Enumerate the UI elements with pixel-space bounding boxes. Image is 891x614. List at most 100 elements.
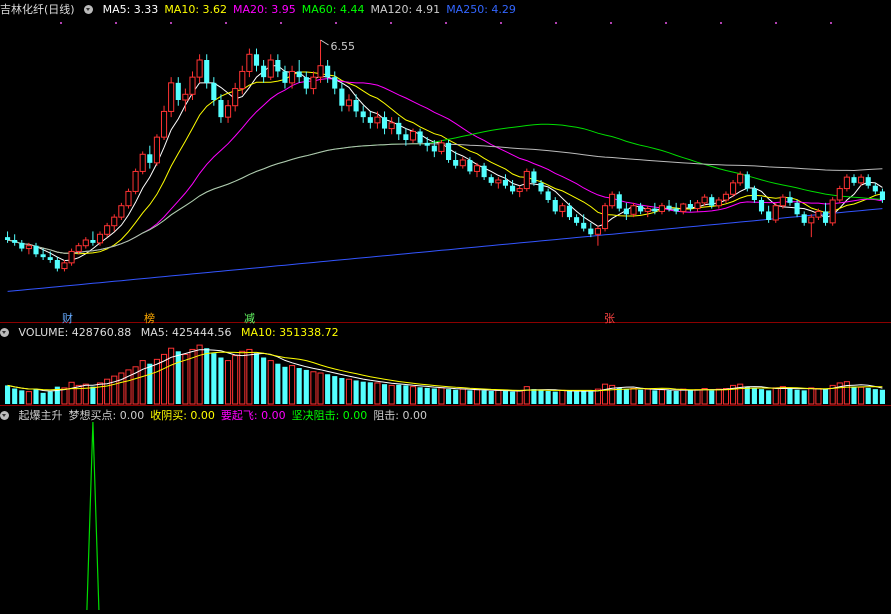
candle-body bbox=[638, 205, 644, 212]
candle-body bbox=[794, 202, 800, 215]
candle-body bbox=[438, 142, 445, 152]
volume-ma-line bbox=[7, 349, 883, 392]
volume-bar bbox=[204, 348, 210, 404]
volume-bar bbox=[872, 389, 878, 404]
candle-body bbox=[282, 71, 288, 83]
candle-body bbox=[388, 122, 395, 130]
volume-bar bbox=[296, 368, 302, 404]
candle-body bbox=[481, 165, 487, 178]
grid-dot bbox=[665, 22, 667, 24]
volume-bar bbox=[310, 371, 317, 405]
volume-bar bbox=[332, 376, 338, 404]
volume-bar bbox=[680, 388, 687, 405]
candle-body bbox=[744, 174, 750, 189]
candle-body bbox=[644, 208, 651, 212]
volume-bar bbox=[694, 389, 701, 405]
volume-bar bbox=[317, 372, 324, 405]
volume-bar bbox=[815, 388, 822, 405]
candle-body bbox=[182, 93, 189, 101]
grid-dot bbox=[610, 22, 612, 24]
volume-bar bbox=[40, 392, 46, 404]
candle-body bbox=[581, 222, 587, 229]
volume-bar bbox=[559, 389, 566, 405]
grid-dot bbox=[335, 22, 337, 24]
volume-bar bbox=[19, 390, 25, 404]
candle-body bbox=[851, 177, 857, 183]
candle-body bbox=[658, 205, 666, 212]
volume-bar bbox=[325, 374, 331, 404]
volume-bar bbox=[658, 389, 666, 405]
volume-bar bbox=[488, 390, 494, 404]
volume-bar bbox=[12, 388, 18, 404]
volume-bar bbox=[459, 388, 466, 405]
volume-bar bbox=[666, 390, 672, 404]
candle-body bbox=[374, 116, 381, 124]
volume-bar bbox=[196, 344, 203, 405]
volume-bar bbox=[865, 387, 871, 404]
volume-bar bbox=[409, 386, 417, 405]
candle-body bbox=[204, 60, 210, 83]
volume-bar bbox=[267, 360, 274, 405]
candle-body bbox=[872, 185, 878, 192]
volume-bar bbox=[473, 389, 481, 405]
candle-body bbox=[758, 200, 765, 212]
volume-bar bbox=[495, 389, 502, 405]
stock-chart: 6.55 bbox=[4, 22, 886, 611]
volume-bar bbox=[96, 382, 104, 405]
candle-body bbox=[232, 88, 239, 107]
candle-body bbox=[488, 177, 494, 183]
volume-bar bbox=[502, 390, 509, 404]
candle-body bbox=[673, 208, 679, 212]
volume-bar bbox=[4, 385, 11, 404]
candle-body bbox=[680, 203, 687, 212]
candle-body bbox=[33, 245, 39, 255]
volume-bar bbox=[182, 353, 189, 405]
volume-bar bbox=[90, 386, 96, 404]
candle-body bbox=[531, 171, 537, 183]
candle-body bbox=[601, 205, 609, 230]
volume-bar bbox=[111, 375, 118, 405]
candle-body bbox=[545, 191, 551, 200]
volume-bar bbox=[303, 369, 309, 404]
candle-body bbox=[666, 205, 672, 209]
candle-body bbox=[801, 214, 807, 223]
candle-body bbox=[4, 237, 11, 240]
volume-bar bbox=[431, 388, 437, 404]
candle-body bbox=[68, 250, 75, 264]
candle-body bbox=[559, 205, 566, 212]
candle-body bbox=[445, 142, 452, 160]
candle-body bbox=[61, 262, 68, 270]
candle-body bbox=[47, 257, 53, 260]
candle-body bbox=[396, 122, 402, 135]
candle-body bbox=[218, 100, 224, 118]
volume-bar bbox=[516, 390, 523, 405]
candle-body bbox=[275, 60, 281, 72]
volume-bar bbox=[601, 383, 609, 405]
candle-body bbox=[772, 205, 779, 221]
volume-bar bbox=[801, 390, 807, 404]
volume-bar bbox=[282, 366, 288, 404]
candle-body bbox=[566, 205, 573, 218]
volume-bar bbox=[545, 390, 551, 404]
candle-body bbox=[523, 170, 530, 190]
high-pointer bbox=[320, 39, 329, 46]
candle-body bbox=[339, 88, 345, 106]
volume-bar bbox=[345, 378, 353, 405]
candle-body bbox=[737, 173, 744, 184]
volume-bar bbox=[510, 391, 516, 404]
candle-body bbox=[694, 202, 701, 210]
volume-bar bbox=[388, 384, 395, 405]
volume-bar bbox=[218, 357, 224, 404]
volume-bar bbox=[630, 388, 637, 405]
candle-body bbox=[687, 204, 693, 209]
candle-body bbox=[453, 160, 459, 166]
grid-dot bbox=[445, 22, 447, 24]
candle-body bbox=[879, 191, 886, 200]
volume-bar bbox=[758, 389, 765, 404]
candle-body bbox=[40, 254, 46, 258]
candle-body bbox=[139, 153, 146, 172]
volume-bar bbox=[224, 360, 232, 405]
volume-bar bbox=[701, 388, 708, 405]
candle-body bbox=[779, 196, 786, 207]
candle-body bbox=[104, 225, 111, 235]
